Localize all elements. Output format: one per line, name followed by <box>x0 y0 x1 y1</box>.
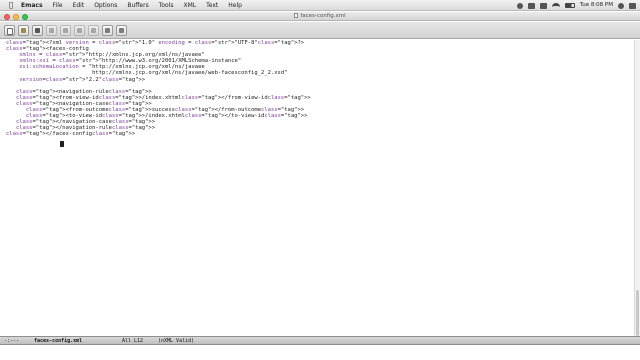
apple-menu-icon[interactable]:  <box>6 0 16 11</box>
scrollbar-thumb[interactable] <box>636 290 639 336</box>
vertical-scrollbar[interactable] <box>634 40 640 336</box>
major-mode[interactable]: (nXML Valid) <box>158 337 194 345</box>
menu-file[interactable]: File <box>48 0 68 11</box>
battery-icon[interactable] <box>564 3 575 8</box>
search-icon[interactable] <box>102 24 113 36</box>
copy-icon[interactable] <box>74 24 85 36</box>
dropbox-icon[interactable] <box>527 2 535 9</box>
menu-xml[interactable]: XML <box>178 0 201 11</box>
menu-buffers[interactable]: Buffers <box>122 0 153 11</box>
menu-edit[interactable]: Edit <box>68 0 90 11</box>
editor-buffer[interactable]: class="tag"><?xml version = class="str">… <box>0 40 634 336</box>
paste-icon[interactable] <box>88 24 99 36</box>
preferences-icon[interactable] <box>116 24 127 36</box>
toolbar <box>0 22 640 39</box>
open-folder-icon[interactable] <box>18 24 29 36</box>
menu-app[interactable]: Emacs <box>16 0 48 11</box>
buffer-status: -:--- <box>4 337 20 344</box>
code-text[interactable]: class="tag"><?xml version = class="str">… <box>6 40 626 138</box>
save-icon[interactable] <box>32 24 43 36</box>
document-icon <box>294 13 299 18</box>
wifi-icon[interactable] <box>551 3 560 8</box>
cursor-position: All L12 <box>122 337 144 344</box>
status-icon[interactable] <box>516 2 523 9</box>
menu-tools[interactable]: Tools <box>154 0 179 11</box>
new-file-icon[interactable] <box>4 24 15 36</box>
cut-icon[interactable] <box>60 24 71 36</box>
window-titlebar[interactable]: faces-config.xml <box>0 12 640 21</box>
search-icon[interactable] <box>618 2 624 9</box>
window-title: faces-config.xml <box>0 12 640 21</box>
undo-icon[interactable] <box>46 24 57 36</box>
menu-options[interactable]: Options <box>89 0 122 11</box>
menu-text[interactable]: Text <box>201 0 223 11</box>
code-line[interactable]: class="tag"></faces-configclass="tag">> <box>6 131 626 137</box>
text-cursor <box>60 141 64 147</box>
status-area: Tue 8:08 PM <box>516 0 636 11</box>
clock[interactable]: Tue 8:08 PM <box>580 0 613 11</box>
window-title-text: faces-config.xml <box>300 13 346 19</box>
menu-help[interactable]: Help <box>223 0 247 11</box>
mode-line: -:--- faces-config.xml All L12 (nXML Val… <box>0 336 640 345</box>
notification-center-icon[interactable] <box>629 2 636 9</box>
buffer-name[interactable]: faces-config.xml <box>34 337 114 345</box>
timemachine-icon[interactable] <box>539 2 547 9</box>
menu-bar:  Emacs File Edit Options Buffers Tools … <box>0 0 640 11</box>
minibuffer[interactable] <box>0 346 640 360</box>
